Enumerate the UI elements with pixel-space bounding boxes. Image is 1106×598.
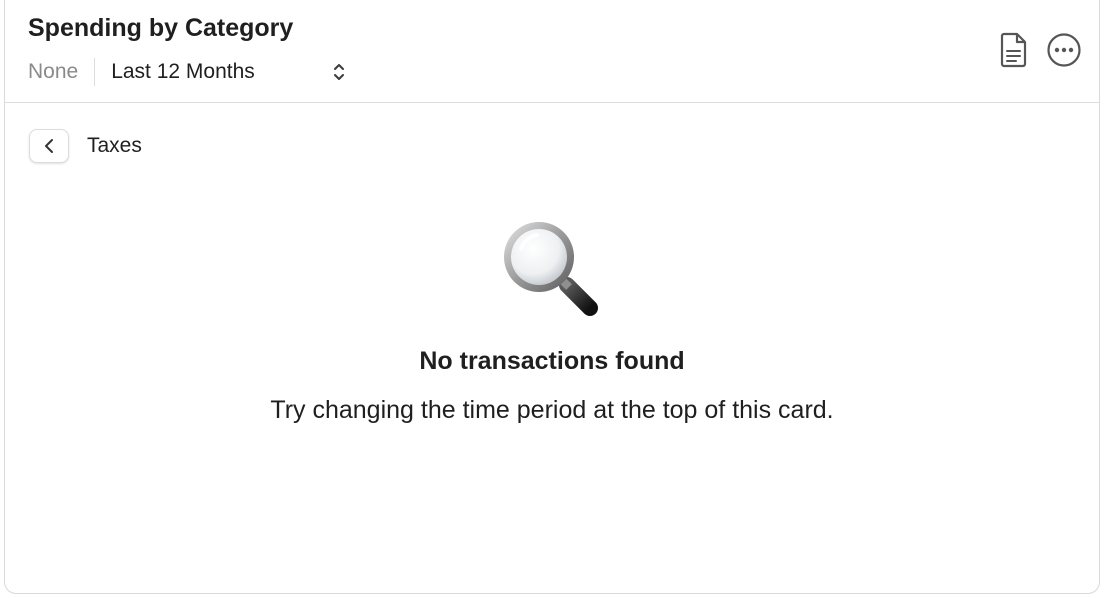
time-period-label: Last 12 Months <box>111 60 255 83</box>
filter-row: None Last 12 Months <box>28 57 346 87</box>
breadcrumb: Taxes <box>29 128 142 164</box>
empty-state: No transactions found Try changing the t… <box>5 215 1099 425</box>
time-period-select[interactable]: Last 12 Months <box>111 57 346 87</box>
chevron-left-icon <box>45 139 53 153</box>
ellipsis-circle-icon[interactable] <box>1046 31 1082 69</box>
filter-divider <box>94 58 96 86</box>
back-button[interactable] <box>29 129 69 163</box>
spending-card: Spending by Category None Last 12 Months <box>4 0 1100 594</box>
magnifying-glass-icon <box>504 222 598 316</box>
card-header: Spending by Category None Last 12 Months <box>5 0 1099 103</box>
empty-state-title: No transactions found <box>419 347 685 375</box>
card-title: Spending by Category <box>28 14 294 42</box>
document-icon[interactable] <box>996 31 1032 69</box>
chevron-up-down-icon <box>334 64 345 80</box>
category-filter[interactable]: None <box>28 60 78 84</box>
empty-state-hint: Try changing the time period at the top … <box>270 396 834 424</box>
breadcrumb-category-label: Taxes <box>87 134 142 157</box>
